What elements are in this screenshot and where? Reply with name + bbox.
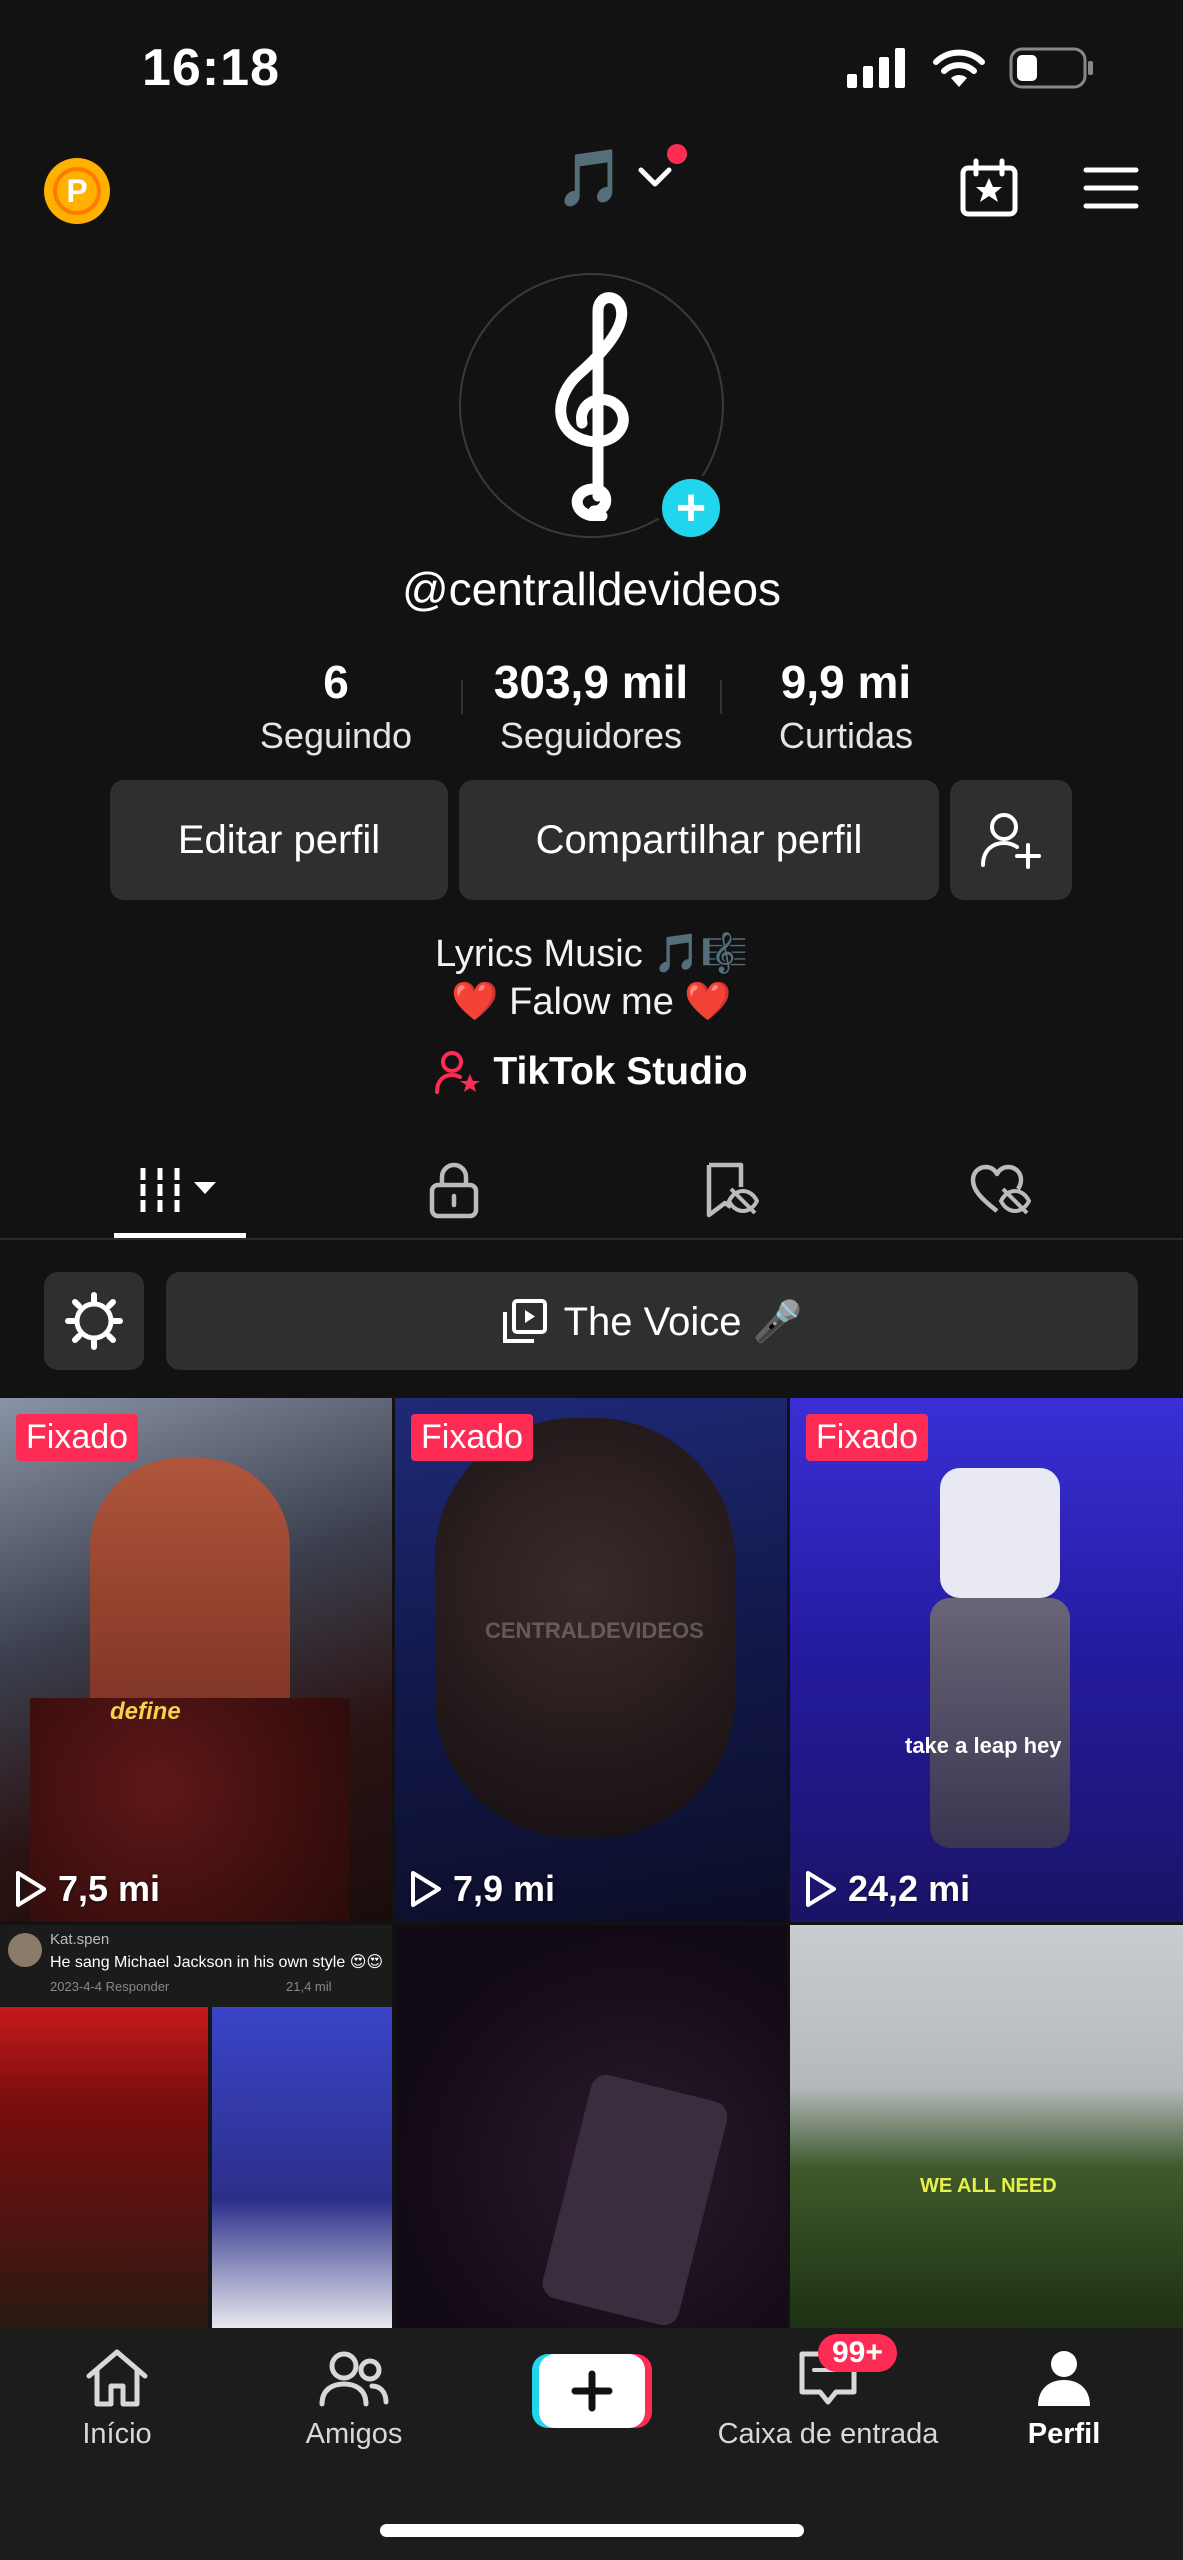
signal-icon bbox=[847, 48, 905, 88]
thumbnail-figure bbox=[930, 1598, 1070, 1848]
menu-icon[interactable] bbox=[1083, 166, 1139, 210]
points-badge-icon[interactable]: P bbox=[44, 158, 110, 224]
chevron-down-icon bbox=[638, 167, 672, 187]
view-count-text: 7,9 mi bbox=[453, 1868, 556, 1909]
gear-icon bbox=[65, 1292, 123, 1350]
comment-meta: 2023-4-4 Responder bbox=[50, 1979, 170, 1994]
share-profile-button[interactable]: Compartilhar perfil bbox=[459, 780, 939, 900]
video-tile[interactable]: Kat.spen He sang Michael Jackson in his … bbox=[0, 1925, 392, 2328]
view-count-text: 7,5 mi bbox=[58, 1868, 161, 1909]
video-caption: take a leap hey bbox=[905, 1733, 1062, 1758]
grid-icon bbox=[140, 1168, 216, 1212]
music-note-icon: 🎵 bbox=[555, 146, 625, 209]
likes-label: Curtidas bbox=[778, 715, 914, 756]
nav-label: Caixa de entrada bbox=[717, 2418, 939, 2450]
video-caption: WE ALL NEED bbox=[920, 2175, 1057, 2197]
nav-label: Amigos bbox=[305, 2418, 403, 2450]
play-icon bbox=[16, 1871, 46, 1907]
likes-stat[interactable]: 9,9 mi Curtidas bbox=[746, 655, 946, 757]
studio-user-star-icon bbox=[435, 1051, 481, 1094]
following-count: 6 bbox=[323, 656, 349, 708]
stat-divider bbox=[461, 680, 463, 714]
view-count: 7,9 mi bbox=[409, 1868, 555, 1910]
comment-likes: 21,4 mil bbox=[286, 1979, 332, 1994]
video-tile[interactable]: Fixado define 7,5 mi bbox=[0, 1398, 392, 1922]
treble-clef-icon bbox=[554, 291, 629, 521]
view-count-text: 24,2 mi bbox=[848, 1868, 971, 1909]
video-tile[interactable]: Fixado take a leap hey 24,2 mi bbox=[790, 1398, 1183, 1922]
lock-icon bbox=[429, 1162, 479, 1219]
commenter-avatar bbox=[8, 1933, 42, 1967]
nav-profile[interactable]: Perfil bbox=[964, 2348, 1164, 2451]
following-label: Seguindo bbox=[259, 715, 413, 756]
private-tab[interactable] bbox=[379, 1140, 529, 1240]
view-count: 24,2 mi bbox=[804, 1868, 970, 1910]
nav-label: Perfil bbox=[1027, 2418, 1101, 2450]
add-avatar-button[interactable]: + bbox=[657, 474, 725, 542]
friends-icon bbox=[319, 2351, 389, 2407]
comment-text: He sang Michael Jackson in his own style… bbox=[50, 1954, 384, 1971]
thumbnail-figure bbox=[212, 2007, 392, 2328]
video-watermark: CENTRALDEVIDEOS bbox=[485, 1618, 704, 1643]
favorites-tab[interactable] bbox=[655, 1140, 805, 1240]
thumbnail-figure bbox=[940, 1468, 1060, 1598]
comment-user: Kat.spen bbox=[50, 1931, 110, 1948]
nav-label: Início bbox=[82, 2418, 152, 2450]
top-right-actions bbox=[959, 158, 1139, 218]
video-caption: define bbox=[110, 1698, 181, 1725]
nav-home[interactable]: Início bbox=[17, 2348, 217, 2451]
inbox-badge: 99+ bbox=[818, 2334, 897, 2372]
home-icon bbox=[86, 2349, 148, 2407]
play-icon bbox=[411, 1871, 441, 1907]
view-count: 7,5 mi bbox=[14, 1868, 160, 1910]
bio-line: ❤️ Falow me ❤️ bbox=[451, 981, 732, 1023]
notification-dot bbox=[666, 144, 687, 164]
account-switcher[interactable]: 🎵 bbox=[555, 144, 687, 209]
followers-stat[interactable]: 303,9 mil Seguidores bbox=[466, 655, 716, 757]
following-stat[interactable]: 6 Seguindo bbox=[236, 655, 436, 757]
status-icons bbox=[847, 40, 1095, 96]
studio-label: TikTok Studio bbox=[493, 1050, 748, 1093]
active-tab-indicator bbox=[114, 1233, 246, 1238]
video-tile[interactable] bbox=[395, 1925, 787, 2328]
playlist-settings-button[interactable] bbox=[44, 1272, 144, 1370]
add-user-icon bbox=[981, 813, 1041, 869]
wifi-icon bbox=[933, 49, 985, 87]
battery-icon bbox=[1009, 47, 1093, 89]
nav-friends[interactable]: Amigos bbox=[254, 2348, 454, 2451]
profile-tabs bbox=[0, 1140, 1183, 1240]
home-indicator[interactable] bbox=[380, 2524, 804, 2537]
heart-hidden-icon bbox=[970, 1164, 1032, 1215]
playlist-label: The Voice 🎤 bbox=[563, 1299, 803, 1344]
play-icon bbox=[806, 1871, 836, 1907]
status-time: 16:18 bbox=[142, 39, 280, 97]
bio-line: Lyrics Music 🎵🎼 bbox=[435, 933, 748, 975]
followers-label: Seguidores bbox=[499, 715, 683, 756]
username: @centralldevideos bbox=[401, 563, 782, 615]
edit-profile-button[interactable]: Editar perfil bbox=[110, 780, 448, 900]
bookmark-hidden-icon bbox=[706, 1162, 759, 1218]
create-button[interactable] bbox=[532, 2352, 652, 2430]
profile-icon bbox=[1038, 2351, 1090, 2406]
stat-divider bbox=[720, 680, 722, 714]
video-tile[interactable]: Fixado CENTRALDEVIDEOS 7,9 mi bbox=[395, 1398, 787, 1922]
thumbnail-phone bbox=[539, 2071, 731, 2328]
playlist-icon bbox=[502, 1299, 547, 1343]
add-friend-button[interactable] bbox=[950, 780, 1072, 900]
video-tile[interactable]: WE ALL NEED bbox=[790, 1925, 1183, 2328]
pinned-badge: Fixado bbox=[806, 1414, 929, 1461]
calendar-star-icon[interactable] bbox=[959, 158, 1019, 218]
playlist-the-voice[interactable]: The Voice 🎤 bbox=[166, 1272, 1138, 1370]
tiktok-studio-link[interactable]: TikTok Studio bbox=[0, 1050, 1183, 1094]
comment-overlay: Kat.spen He sang Michael Jackson in his … bbox=[0, 1925, 392, 2007]
bio: Lyrics Music 🎵🎼 ❤️ Falow me ❤️ bbox=[0, 930, 1183, 1026]
points-letter: P bbox=[53, 167, 101, 215]
liked-tab[interactable] bbox=[926, 1140, 1076, 1240]
followers-count: 303,9 mil bbox=[493, 656, 689, 708]
pinned-badge: Fixado bbox=[16, 1414, 139, 1461]
likes-count: 9,9 mi bbox=[780, 656, 912, 708]
thumbnail-figure bbox=[0, 2007, 208, 2328]
videos-tab[interactable] bbox=[105, 1140, 255, 1240]
pinned-badge: Fixado bbox=[411, 1414, 534, 1461]
